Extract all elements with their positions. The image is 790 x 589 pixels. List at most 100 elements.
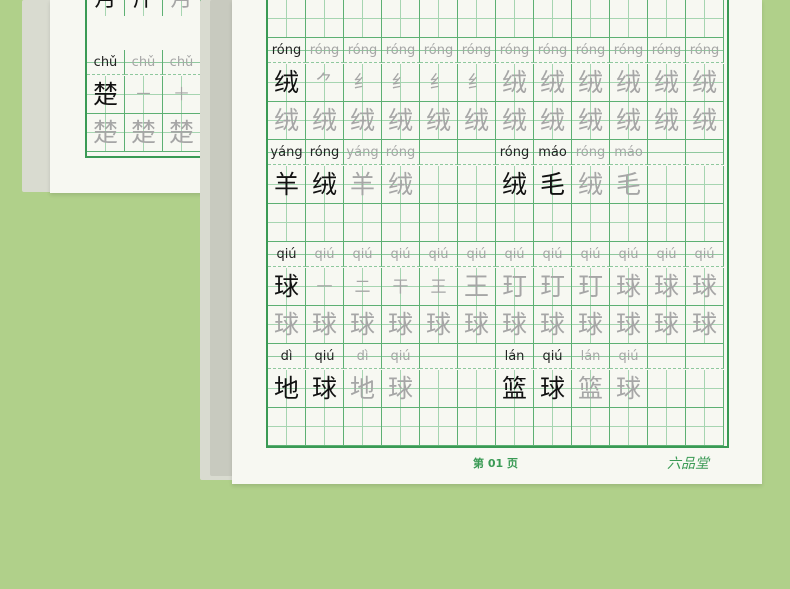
char-cell: 绒 bbox=[496, 166, 534, 204]
char-cell: 绒 bbox=[572, 64, 610, 102]
back-top-cell: 月 bbox=[87, 0, 125, 16]
char-cell: 绒 bbox=[496, 64, 534, 102]
char-cell: 玎 bbox=[534, 268, 572, 306]
char-cell: 绒 bbox=[382, 166, 420, 204]
char-cell: 球 bbox=[610, 306, 648, 344]
char-cell bbox=[344, 0, 382, 38]
char-cell bbox=[572, 0, 610, 38]
char-cell: 纟 bbox=[420, 64, 458, 102]
char-cell: 球 bbox=[572, 306, 610, 344]
char-cell: 绒 bbox=[534, 64, 572, 102]
back-trace-cell: 楚 bbox=[87, 114, 125, 152]
back-char-cell: 楚 bbox=[87, 76, 125, 114]
char-cell: 绒 bbox=[572, 102, 610, 140]
pinyin-cell: róng bbox=[572, 140, 610, 165]
pinyin-cell: qiú bbox=[496, 242, 534, 267]
pinyin-cell: qiú bbox=[534, 344, 572, 369]
back-char-cell: 一 bbox=[125, 76, 163, 114]
pinyin-row: dì qiú dì qiú lán qiú lán qiú bbox=[268, 344, 727, 369]
char-cell bbox=[458, 204, 496, 242]
char-cell: 羊 bbox=[344, 166, 382, 204]
pinyin-cell bbox=[420, 140, 458, 165]
char-cell: 绒 bbox=[344, 102, 382, 140]
char-cell bbox=[420, 204, 458, 242]
trace-row: 绒绒绒绒绒绒绒绒绒绒绒绒 bbox=[268, 102, 727, 140]
char-cell: 球 bbox=[648, 268, 686, 306]
char-cell: 地 bbox=[344, 370, 382, 408]
char-cell: 篮 bbox=[572, 370, 610, 408]
char-cell bbox=[534, 204, 572, 242]
pinyin-cell: róng bbox=[344, 38, 382, 63]
pinyin-cell: róng bbox=[382, 140, 420, 165]
char-cell: 绒 bbox=[382, 102, 420, 140]
char-cell: 球 bbox=[686, 306, 724, 344]
pinyin-cell: róng bbox=[458, 38, 496, 63]
char-cell bbox=[306, 0, 344, 38]
back-top-cell: 斤 bbox=[125, 0, 163, 16]
char-cell bbox=[686, 370, 724, 408]
char-row: 球一二干王王玎玎玎球球球 bbox=[268, 268, 727, 306]
char-cell: 球 bbox=[610, 370, 648, 408]
char-cell: 毛 bbox=[610, 166, 648, 204]
char-cell bbox=[382, 0, 420, 38]
pinyin-cell: róng bbox=[420, 38, 458, 63]
char-cell bbox=[458, 370, 496, 408]
char-cell: 绒 bbox=[648, 64, 686, 102]
char-cell: 绒 bbox=[268, 102, 306, 140]
char-cell: 玎 bbox=[572, 268, 610, 306]
char-cell bbox=[306, 408, 344, 446]
back-pinyin-cell: chǔ bbox=[125, 50, 163, 75]
char-cell bbox=[420, 166, 458, 204]
pinyin-cell: qiú bbox=[648, 242, 686, 267]
pinyin-cell: róng bbox=[496, 140, 534, 165]
pinyin-cell: máo bbox=[610, 140, 648, 165]
char-cell bbox=[610, 204, 648, 242]
char-cell: 球 bbox=[306, 370, 344, 408]
pinyin-cell: róng bbox=[534, 38, 572, 63]
char-cell bbox=[420, 408, 458, 446]
pinyin-cell: qiú bbox=[572, 242, 610, 267]
char-cell bbox=[382, 204, 420, 242]
char-cell bbox=[496, 204, 534, 242]
pinyin-cell: yáng bbox=[344, 140, 382, 165]
pinyin-cell: róng bbox=[382, 38, 420, 63]
char-cell: 绒 bbox=[686, 64, 724, 102]
char-cell: 绒 bbox=[306, 102, 344, 140]
trace-row: 球球球球球球球球球球球球 bbox=[268, 306, 727, 344]
char-cell: 球 bbox=[344, 306, 382, 344]
char-cell bbox=[610, 0, 648, 38]
char-cell bbox=[648, 166, 686, 204]
pinyin-cell bbox=[458, 140, 496, 165]
pinyin-cell bbox=[648, 344, 686, 369]
char-cell bbox=[458, 166, 496, 204]
back-pinyin-cell: chǔ bbox=[87, 50, 125, 75]
char-cell bbox=[458, 408, 496, 446]
char-cell: 绒 bbox=[686, 102, 724, 140]
char-cell: 绒 bbox=[534, 102, 572, 140]
back-top-cell: 月 bbox=[163, 0, 201, 16]
char-cell bbox=[686, 408, 724, 446]
char-cell bbox=[686, 204, 724, 242]
pinyin-cell: qiú bbox=[268, 242, 306, 267]
practice-grid: róng róng róng róng róng róng róng róng róng róng… bbox=[266, 0, 729, 448]
char-cell: 纟 bbox=[344, 64, 382, 102]
char-cell bbox=[496, 408, 534, 446]
pinyin-cell: róng bbox=[648, 38, 686, 63]
char-cell: 纟 bbox=[382, 64, 420, 102]
back-trace-cell: 楚 bbox=[163, 114, 201, 152]
char-cell: 一 bbox=[306, 268, 344, 306]
pinyin-cell: qiú bbox=[382, 344, 420, 369]
char-cell bbox=[648, 204, 686, 242]
char-cell bbox=[268, 408, 306, 446]
char-cell: 二 bbox=[344, 268, 382, 306]
char-cell: 球 bbox=[382, 370, 420, 408]
pinyin-cell: yáng bbox=[268, 140, 306, 165]
char-cell bbox=[268, 204, 306, 242]
pinyin-cell: qiú bbox=[382, 242, 420, 267]
char-cell bbox=[648, 0, 686, 38]
pinyin-cell: dì bbox=[268, 344, 306, 369]
pinyin-row: qiú qiú qiú qiú qiú qiú qiú qiú qiú qiú qiú qiú bbox=[268, 242, 727, 267]
pinyin-cell: róng bbox=[306, 38, 344, 63]
char-cell bbox=[686, 166, 724, 204]
back-char-cell: 十 bbox=[163, 76, 201, 114]
